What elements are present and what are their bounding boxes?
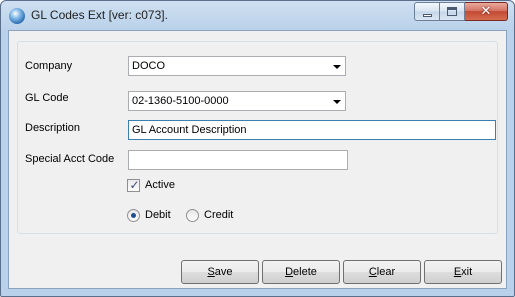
clear-accel: C (368, 266, 377, 278)
debit-radio[interactable] (127, 209, 140, 222)
delete-accel: D (285, 266, 294, 278)
gl-code-value: 02-1360-5100-0000 (132, 95, 229, 107)
client-area: Company DOCO GL Code 02-1360-5100-0000 D… (8, 30, 507, 289)
close-button[interactable]: ✕ (465, 2, 508, 21)
company-select[interactable]: DOCO (128, 56, 346, 76)
exit-label-rest: xit (461, 266, 473, 278)
debit-label[interactable]: Debit (145, 209, 171, 221)
save-label-rest: ave (214, 266, 233, 278)
company-label: Company (25, 60, 73, 72)
company-value: DOCO (132, 60, 165, 72)
clear-button[interactable]: Clear (343, 260, 421, 284)
clear-label-rest: lear (376, 266, 396, 278)
active-checkbox[interactable]: ✓ (127, 178, 140, 192)
minimize-icon (423, 14, 432, 17)
credit-label[interactable]: Credit (204, 209, 233, 221)
description-value: GL Account Description (132, 124, 247, 136)
app-window: GL Codes Ext [ver: c073]. ✕ Company DOCO… (0, 0, 515, 297)
description-input[interactable]: GL Account Description (128, 120, 496, 140)
delete-button[interactable]: Delete (262, 260, 340, 284)
gl-code-label: GL Code (25, 92, 69, 104)
gl-code-select[interactable]: 02-1360-5100-0000 (128, 91, 346, 111)
maximize-button[interactable] (440, 2, 465, 21)
chevron-down-icon[interactable] (333, 100, 341, 104)
special-acct-code-label: Special Acct Code (25, 153, 115, 165)
close-icon: ✕ (480, 4, 492, 19)
app-logo-icon (9, 8, 25, 24)
window-title: GL Codes Ext [ver: c073]. (31, 8, 168, 22)
radio-selected-dot (131, 213, 136, 218)
caption-buttons: ✕ (414, 2, 508, 21)
special-acct-code-input[interactable] (128, 150, 348, 170)
description-label: Description (25, 122, 81, 134)
exit-button[interactable]: Exit (424, 260, 502, 284)
save-accel: S (207, 266, 215, 278)
delete-label-rest: elete (293, 266, 317, 278)
save-button[interactable]: Save (181, 260, 259, 284)
credit-radio[interactable] (186, 209, 199, 222)
maximize-icon (447, 7, 457, 16)
chevron-down-icon[interactable] (333, 65, 341, 69)
active-label[interactable]: Active (145, 179, 175, 191)
minimize-button[interactable] (414, 2, 440, 21)
title-bar[interactable]: GL Codes Ext [ver: c073]. ✕ (1, 1, 514, 29)
checkmark-icon: ✓ (129, 178, 140, 192)
